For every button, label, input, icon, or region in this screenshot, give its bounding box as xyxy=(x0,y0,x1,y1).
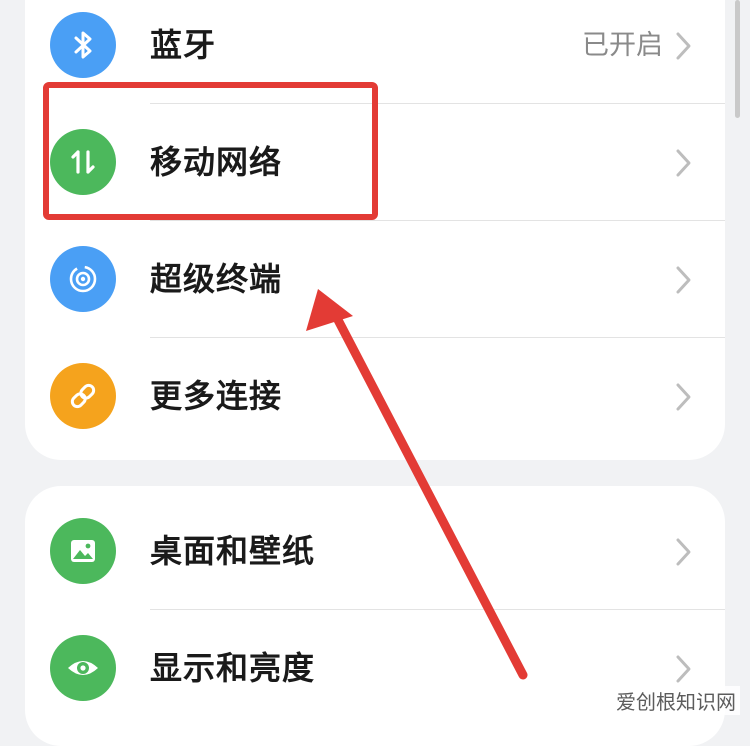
annotation-arrow xyxy=(306,289,528,680)
watermark-text: 爱创根知识网 xyxy=(612,686,740,715)
